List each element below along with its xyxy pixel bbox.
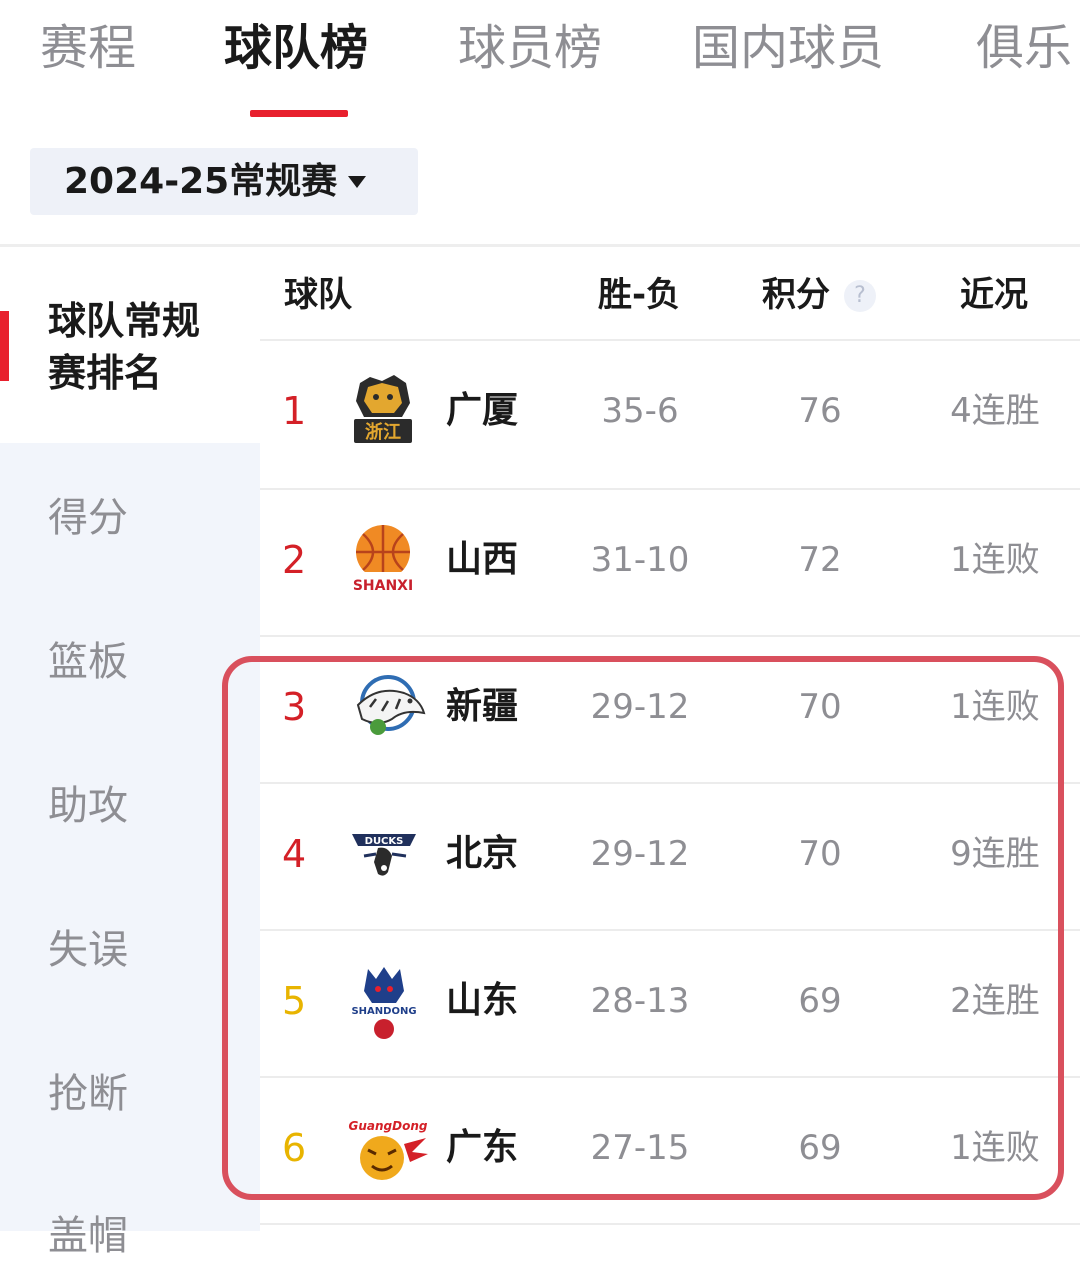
table-row[interactable]: 4 DUCKS 北京 29-12 70 9连胜 bbox=[260, 784, 1080, 931]
win-loss-record: 27-15 bbox=[590, 1128, 690, 1168]
win-loss-record: 35-6 bbox=[601, 391, 679, 431]
win-loss-record: 29-12 bbox=[590, 834, 690, 874]
rank-number: 4 bbox=[282, 832, 307, 876]
recent-streak: 1连败 bbox=[950, 540, 1040, 580]
tab-team-standings[interactable]: 球队榜 bbox=[224, 18, 368, 78]
rank-number: 5 bbox=[282, 979, 307, 1023]
sidebar-item-turnovers[interactable]: 失误 bbox=[48, 925, 128, 975]
recent-streak: 4连胜 bbox=[950, 391, 1040, 431]
team-name: 广厦 bbox=[446, 390, 519, 431]
team-name: 北京 bbox=[446, 833, 519, 874]
header-team: 球队 bbox=[284, 275, 352, 315]
points-value: 69 bbox=[798, 1128, 842, 1168]
category-sidebar: 球队常规赛排名 得分 篮板 助攻 失误 抢断 盖帽 bbox=[0, 247, 260, 1259]
points-value: 76 bbox=[798, 391, 842, 431]
xinjiang-tiger-logo bbox=[348, 669, 426, 749]
sidebar-item-points[interactable]: 得分 bbox=[48, 493, 128, 543]
recent-streak: 2连胜 bbox=[950, 981, 1040, 1021]
shanxi-basketball-logo: SHANXI bbox=[348, 522, 418, 602]
sidebar-item-team-ranking[interactable]: 球队常规赛排名 bbox=[0, 247, 260, 443]
tab-player-rankings[interactable]: 球员榜 bbox=[458, 18, 602, 78]
beijing-ducks-logo: DUCKS bbox=[348, 816, 418, 896]
top-tab-bar: 赛程 球队榜 球员榜 国内球员 俱乐 bbox=[0, 0, 1080, 120]
table-row[interactable]: 6 GuangDong 广东 27-15 69 1连败 bbox=[260, 1078, 1080, 1225]
active-indicator bbox=[0, 311, 9, 381]
points-value: 70 bbox=[798, 687, 842, 727]
help-icon[interactable]: ? bbox=[844, 280, 876, 312]
header-win-loss: 胜-负 bbox=[598, 275, 681, 315]
win-loss-record: 28-13 bbox=[590, 981, 690, 1021]
row-divider bbox=[260, 1223, 1080, 1225]
sidebar-item-label: 球队常规赛排名 bbox=[48, 299, 201, 395]
rank-number: 6 bbox=[282, 1126, 307, 1170]
table-row[interactable]: 3 新疆 29-12 70 1连败 bbox=[260, 637, 1080, 784]
season-dropdown-label: 2024-25常规赛 bbox=[64, 161, 338, 202]
team-name: 广东 bbox=[446, 1127, 519, 1168]
zhejiang-lion-logo: 浙江 bbox=[348, 373, 418, 453]
sidebar-item-blocks[interactable]: 盖帽 bbox=[48, 1211, 128, 1261]
points-value: 69 bbox=[798, 981, 842, 1021]
tab-clubs[interactable]: 俱乐 bbox=[976, 18, 1072, 78]
table-row[interactable]: 5 SHANDONG 山东 28-13 69 2连胜 bbox=[260, 931, 1080, 1078]
tab-schedule[interactable]: 赛程 bbox=[40, 18, 136, 78]
table-row[interactable]: 1 浙江 广厦 35-6 76 4连胜 bbox=[260, 341, 1080, 488]
recent-streak: 1连败 bbox=[950, 1128, 1040, 1168]
sidebar-item-rebounds[interactable]: 篮板 bbox=[48, 637, 128, 687]
table-row[interactable]: 2 SHANXI 山西 31-10 72 1连败 bbox=[260, 490, 1080, 637]
svg-text:DUCKS: DUCKS bbox=[365, 836, 404, 847]
team-name: 山东 bbox=[446, 980, 519, 1021]
recent-streak: 1连败 bbox=[950, 687, 1040, 727]
points-value: 72 bbox=[798, 540, 842, 580]
caret-down-icon bbox=[348, 176, 366, 188]
standings-table: 球队 胜-负 积分 ? 近况 1 浙江 广厦 35-6 76 4连胜 2 SHA… bbox=[260, 247, 1080, 1231]
rank-number: 3 bbox=[282, 685, 307, 729]
points-value: 70 bbox=[798, 834, 842, 874]
rank-number: 1 bbox=[282, 389, 307, 433]
guangdong-tiger-logo: GuangDong bbox=[348, 1110, 428, 1190]
active-tab-indicator bbox=[250, 110, 348, 117]
win-loss-record: 29-12 bbox=[590, 687, 690, 727]
header-recent: 近况 bbox=[960, 275, 1028, 315]
team-name: 新疆 bbox=[446, 686, 519, 727]
svg-text:SHANDONG: SHANDONG bbox=[351, 1006, 416, 1017]
sidebar-item-steals[interactable]: 抢断 bbox=[48, 1069, 128, 1119]
header-points: 积分 bbox=[762, 275, 830, 315]
shandong-dragon-logo: SHANDONG bbox=[348, 963, 418, 1043]
recent-streak: 9连胜 bbox=[950, 834, 1040, 874]
tab-domestic-players[interactable]: 国内球员 bbox=[692, 18, 884, 78]
rank-number: 2 bbox=[282, 538, 307, 582]
sidebar-item-assists[interactable]: 助攻 bbox=[48, 781, 128, 831]
season-dropdown[interactable]: 2024-25常规赛 bbox=[30, 148, 418, 215]
win-loss-record: 31-10 bbox=[590, 540, 690, 580]
svg-text:浙江: 浙江 bbox=[365, 421, 401, 443]
team-name: 山西 bbox=[446, 539, 519, 580]
svg-text:GuangDong: GuangDong bbox=[349, 1119, 428, 1133]
svg-text:SHANXI: SHANXI bbox=[353, 578, 413, 594]
